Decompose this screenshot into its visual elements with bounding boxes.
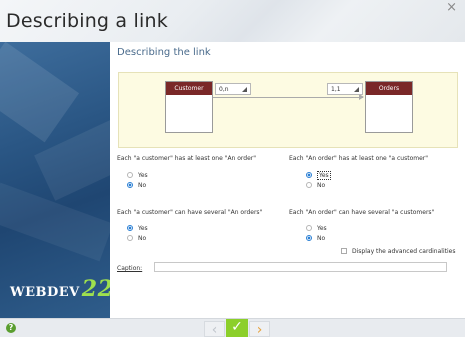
q3-no-radio[interactable]: No <box>127 234 146 243</box>
logo-version: 22 <box>81 276 110 302</box>
entity-header: Orders <box>366 82 412 95</box>
radio-label: No <box>138 182 147 189</box>
next-button[interactable]: › <box>249 321 270 338</box>
radio-icon <box>306 224 312 231</box>
radio-selected-icon <box>127 224 133 231</box>
link-diagram: Customer 0,n 1,1 Orders <box>118 72 458 148</box>
radio-selected-icon <box>306 171 312 178</box>
page-heading: Describing the link <box>117 47 211 58</box>
caption-label: Caption: <box>117 265 143 272</box>
main-content: Describing the link Customer 0,n 1,1 Ord… <box>110 42 465 318</box>
radio-label: Yes <box>138 225 148 232</box>
webdev-logo: WEBDEV22 <box>10 276 110 302</box>
q4-no-radio[interactable]: No <box>306 234 325 243</box>
radio-selected-icon <box>306 234 312 241</box>
close-icon[interactable]: × <box>446 0 457 15</box>
finish-button[interactable]: ✓ <box>226 319 248 337</box>
help-icon[interactable]: ? <box>6 323 16 333</box>
wizard-window: Describing a link × WEBDEV22 Describing … <box>0 0 465 338</box>
cardinality-value: 0,n <box>219 86 229 93</box>
previous-button[interactable]: ‹ <box>204 321 225 338</box>
caption-input[interactable] <box>154 262 447 272</box>
logo-text: WEBDEV <box>10 285 80 300</box>
q1-no-radio[interactable]: No <box>127 181 146 190</box>
radio-label: Yes <box>317 171 331 180</box>
window-title: Describing a link <box>6 10 168 32</box>
q3-yes-radio[interactable]: Yes <box>127 224 148 233</box>
checkbox-label: Display the advanced cardinalities <box>352 248 456 255</box>
question-customer-several: Each "a customer" can have several "An o… <box>117 209 263 216</box>
radio-icon <box>306 181 312 188</box>
title-bar: Describing a link × <box>0 0 465 42</box>
question-order-several: Each "An order" can have several "a cust… <box>289 209 435 216</box>
decor-shard <box>0 42 80 143</box>
entity-orders[interactable]: Orders <box>365 81 413 133</box>
cardinality-value: 1,1 <box>331 86 341 93</box>
resize-grip-icon <box>354 87 359 92</box>
radio-label: No <box>138 235 147 242</box>
q4-yes-radio[interactable]: Yes <box>306 224 327 233</box>
radio-icon <box>127 234 133 241</box>
radio-label: No <box>317 182 326 189</box>
link-line <box>213 97 363 98</box>
question-customer-at-least-one: Each "a customer" has at least one "An o… <box>117 155 257 162</box>
side-banner: WEBDEV22 <box>0 42 110 318</box>
checkbox-icon <box>341 247 347 254</box>
q2-yes-radio[interactable]: Yes <box>306 171 331 180</box>
q1-yes-radio[interactable]: Yes <box>127 171 148 180</box>
radio-label: Yes <box>138 172 148 179</box>
entity-header: Customer <box>166 82 212 95</box>
resize-grip-icon <box>242 87 247 92</box>
entity-customer[interactable]: Customer <box>165 81 213 133</box>
radio-label: No <box>317 235 326 242</box>
radio-label: Yes <box>317 225 327 232</box>
q2-no-radio[interactable]: No <box>306 181 325 190</box>
question-order-at-least-one: Each "An order" has at least one "a cust… <box>289 155 429 162</box>
radio-selected-icon <box>127 181 133 188</box>
advanced-cardinalities-checkbox[interactable]: Display the advanced cardinalities <box>341 247 456 255</box>
cardinality-right[interactable]: 1,1 <box>327 83 363 95</box>
wizard-footer: ? ‹ ✓ › <box>0 318 465 338</box>
cardinality-left[interactable]: 0,n <box>215 83 251 95</box>
radio-icon <box>127 171 133 178</box>
